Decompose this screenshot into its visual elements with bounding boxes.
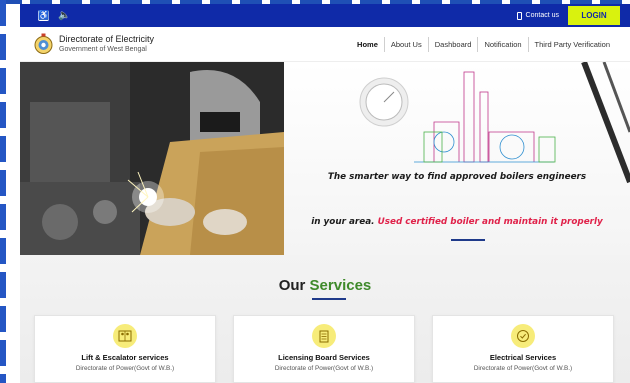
main-nav: Home About Us Dashboard Notification Thi… bbox=[351, 36, 616, 52]
nav-item-home[interactable]: Home bbox=[351, 37, 384, 52]
welder-photo bbox=[20, 62, 284, 255]
contact-label: Contact us bbox=[525, 12, 559, 19]
wheelchair-icon[interactable]: ♿ bbox=[38, 10, 49, 21]
services-heading-lead: Our bbox=[278, 277, 310, 294]
services-section: Our Services Lift & Escalator services D… bbox=[20, 255, 630, 383]
services-underline-divider bbox=[312, 298, 346, 300]
site-subtitle: Government of West Bengal bbox=[59, 46, 147, 53]
nav-item-third-party-verification[interactable]: Third Party Verification bbox=[527, 36, 616, 52]
service-card-subtitle: Directorate of Power(Govt of W.B.) bbox=[473, 365, 573, 372]
phone-icon bbox=[516, 11, 522, 20]
service-card-lift-escalator[interactable]: Lift & Escalator services Directorate of… bbox=[34, 315, 216, 383]
service-card-title: Licensing Board Services bbox=[278, 353, 370, 362]
contact-link[interactable]: Contact us bbox=[516, 11, 559, 20]
service-card-licensing-board[interactable]: Licensing Board Services Directorate of … bbox=[233, 315, 415, 383]
nav-item-notification[interactable]: Notification bbox=[477, 36, 527, 52]
hero-underline-divider bbox=[451, 239, 485, 241]
badge-check-icon bbox=[511, 324, 535, 348]
login-button[interactable]: LOGIN bbox=[568, 6, 620, 25]
state-emblem-icon[interactable] bbox=[34, 33, 53, 55]
service-card-title: Electrical Services bbox=[489, 353, 557, 362]
boiler-illustration-panel: The smarter way to find approved boilers… bbox=[284, 62, 630, 255]
service-card-electrical[interactable]: Electrical Services Directorate of Power… bbox=[432, 315, 614, 383]
nav-item-dashboard[interactable]: Dashboard bbox=[427, 36, 478, 52]
site-header: Directorate of Electricity Government of… bbox=[20, 27, 630, 62]
elevator-icon bbox=[113, 324, 137, 348]
service-card-subtitle: Directorate of Power(Govt of W.B.) bbox=[274, 365, 374, 372]
left-frame-border bbox=[0, 0, 6, 383]
service-card-subtitle: Directorate of Power(Govt of W.B.) bbox=[75, 365, 175, 372]
document-icon bbox=[312, 324, 336, 348]
service-card-title: Lift & Escalator services bbox=[81, 353, 169, 362]
site-title: Directorate of Electricity bbox=[59, 34, 155, 44]
services-heading-accent: Services bbox=[309, 277, 372, 294]
hero-headline-line2: in your area. Used certified boiler and … bbox=[284, 217, 630, 227]
nav-item-about-us[interactable]: About Us bbox=[383, 36, 428, 52]
hero-headline-line1: The smarter way to find approved boilers… bbox=[327, 172, 587, 182]
brand-block[interactable]: Directorate of Electricity Government of… bbox=[59, 34, 154, 54]
hero-line2-lead: in your area. bbox=[311, 217, 378, 227]
hero-banner: The smarter way to find approved boilers… bbox=[20, 62, 630, 255]
top-utility-bar: ♿ 🔈 Contact us LOGIN bbox=[20, 4, 630, 27]
speaker-icon[interactable]: 🔈 bbox=[58, 10, 70, 21]
services-heading: Our Services bbox=[20, 277, 630, 294]
hero-line2-highlight: Used certified boiler and maintain it pr… bbox=[377, 217, 603, 227]
